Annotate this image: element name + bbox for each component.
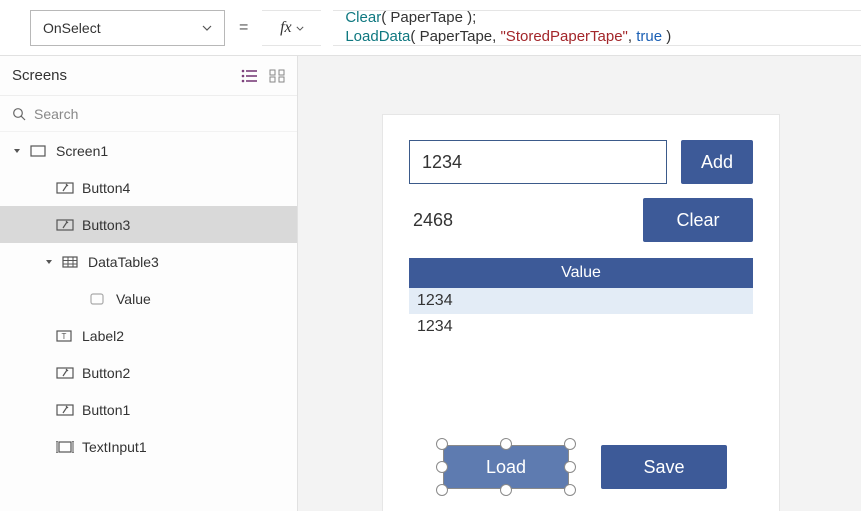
datatable-icon: [62, 255, 80, 269]
clear-button[interactable]: Clear: [643, 198, 753, 242]
table-header: Value: [409, 258, 753, 288]
tree-label: DataTable3: [88, 254, 159, 270]
column-icon: [90, 292, 108, 306]
equals-label: =: [237, 10, 250, 45]
save-button[interactable]: Save: [601, 445, 727, 489]
tree-item[interactable]: Button3: [0, 206, 297, 243]
tree-label: Value: [116, 291, 151, 307]
tree-item-screen[interactable]: Screen1: [0, 132, 297, 169]
tree: Screen1 Button4 Button3 DataTable3 Value T Lab…: [0, 132, 297, 465]
search-icon: [12, 107, 26, 121]
panel-view-icons: [241, 69, 285, 83]
data-table[interactable]: Value 12341234: [409, 258, 753, 340]
load-button[interactable]: Load: [443, 445, 569, 489]
button-icon: [56, 403, 74, 417]
button-icon: [56, 218, 74, 232]
list-view-icon[interactable]: [241, 69, 259, 83]
selected-control[interactable]: Load: [443, 445, 569, 489]
tree-item[interactable]: DataTable3: [0, 243, 297, 280]
tree-item[interactable]: Button4: [0, 169, 297, 206]
table-row[interactable]: 1234: [409, 288, 753, 314]
tree-panel: Screens: [0, 56, 298, 511]
number-input[interactable]: [409, 140, 667, 184]
tree-item[interactable]: T Label2: [0, 317, 297, 354]
property-selector[interactable]: OnSelect: [30, 10, 225, 46]
formula-bar: OnSelect = fx Clear( PaperTape );LoadDat…: [0, 0, 861, 56]
fx-toggle[interactable]: fx: [262, 10, 321, 46]
chevron-down-icon: [296, 26, 304, 31]
button-icon: [56, 181, 74, 195]
tree-label: TextInput1: [82, 439, 147, 455]
sum-label: 2468: [409, 210, 453, 231]
search-input[interactable]: [34, 106, 285, 122]
button-icon: [56, 366, 74, 380]
tree-label: Button3: [82, 217, 130, 233]
tree-item[interactable]: Button1: [0, 391, 297, 428]
svg-text:T: T: [62, 332, 67, 341]
tree-label: Label2: [82, 328, 124, 344]
label-icon: T: [56, 329, 74, 343]
table-row[interactable]: 1234: [409, 314, 753, 340]
tree-label: Button2: [82, 365, 130, 381]
tree-item[interactable]: Value: [0, 280, 297, 317]
textinput-icon: [56, 440, 74, 454]
tree-label: Screen1: [56, 143, 108, 159]
screen-icon: [30, 144, 48, 158]
panel-title: Screens: [12, 67, 67, 84]
tree-item[interactable]: Button2: [0, 354, 297, 391]
add-button[interactable]: Add: [681, 140, 753, 184]
app-preview: Add 2468 Clear Value 12341234 Load: [383, 115, 779, 511]
property-name: OnSelect: [43, 20, 101, 36]
chevron-down-icon: [202, 25, 212, 31]
grid-view-icon[interactable]: [269, 69, 285, 83]
tree-label: Button1: [82, 402, 130, 418]
tree-item[interactable]: TextInput1: [0, 428, 297, 465]
tree-label: Button4: [82, 180, 130, 196]
canvas-area: Add 2468 Clear Value 12341234 Load: [298, 56, 861, 511]
fx-icon: fx: [280, 19, 292, 37]
formula-input[interactable]: Clear( PaperTape );LoadData( PaperTape, …: [333, 10, 861, 46]
